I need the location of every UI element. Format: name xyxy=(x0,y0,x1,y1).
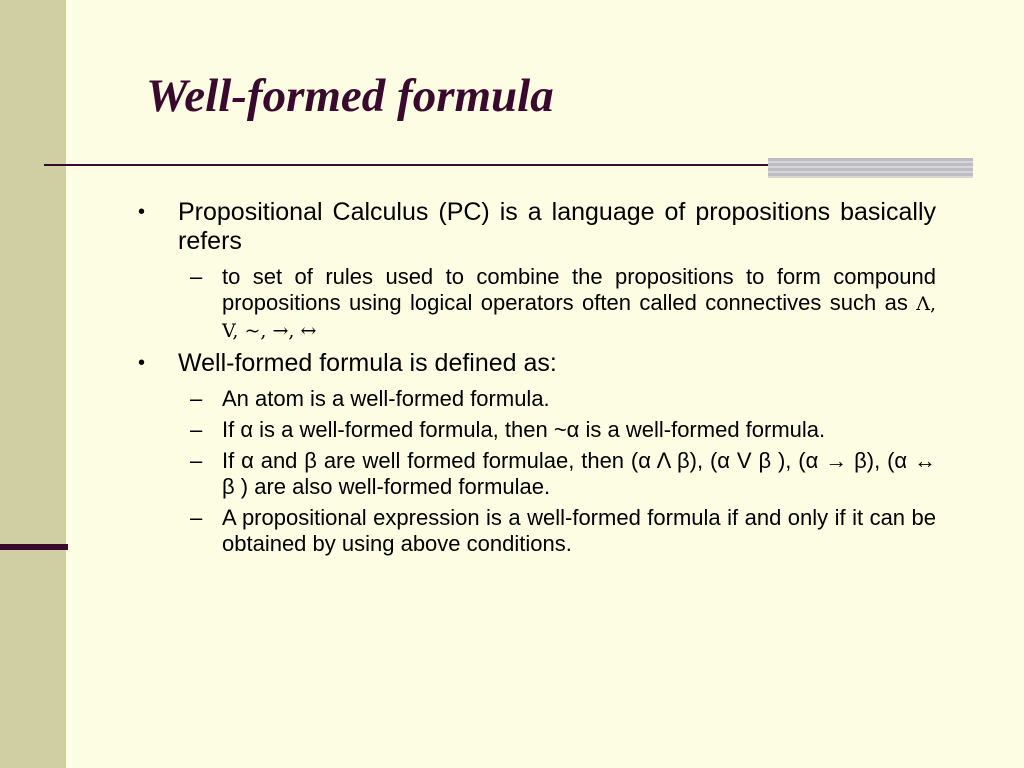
title-divider xyxy=(44,164,768,166)
sub-bullet-item: – If α and β are well formed formulae, t… xyxy=(190,448,936,500)
bullet-text: Propositional Calculus (PC) is a languag… xyxy=(178,198,936,255)
slide-title: Well-formed formula xyxy=(146,70,554,122)
sub-bullet-text: An atom is a well-formed formula. xyxy=(222,386,550,411)
divider-block xyxy=(768,158,973,178)
sub-bullet-item: – to set of rules used to combine the pr… xyxy=(190,264,936,344)
bullet-icon: • xyxy=(138,201,146,223)
bullet-icon: • xyxy=(138,352,146,374)
sub-bullet-item: – A propositional expression is a well-f… xyxy=(190,505,936,557)
sub-bullet-item: – An atom is a well-formed formula. xyxy=(190,386,936,412)
bullet-text: Well-formed formula is defined as: xyxy=(178,349,557,377)
sub-bullet-text: If α and β are well formed formulae, the… xyxy=(222,448,936,499)
dash-icon: – xyxy=(190,417,203,442)
left-sidebar-bar xyxy=(0,0,66,768)
slide-content: • Propositional Calculus (PC) is a langu… xyxy=(138,198,936,562)
sub-bullet-text: A propositional expression is a well-for… xyxy=(222,505,936,556)
sub-bullet-item: – If α is a well-formed formula, then ~α… xyxy=(190,417,936,443)
sub-bullet-text: to set of rules used to combine the prop… xyxy=(222,264,936,315)
left-accent-line xyxy=(0,544,68,550)
sub-bullet-text: If α is a well-formed formula, then ~α i… xyxy=(222,417,826,442)
bullet-item: • Well-formed formula is defined as: xyxy=(138,349,936,378)
dash-icon: – xyxy=(190,505,203,530)
bullet-item: • Propositional Calculus (PC) is a langu… xyxy=(138,198,936,256)
dash-icon: – xyxy=(190,264,203,289)
dash-icon: – xyxy=(190,448,203,473)
dash-icon: – xyxy=(190,386,203,411)
